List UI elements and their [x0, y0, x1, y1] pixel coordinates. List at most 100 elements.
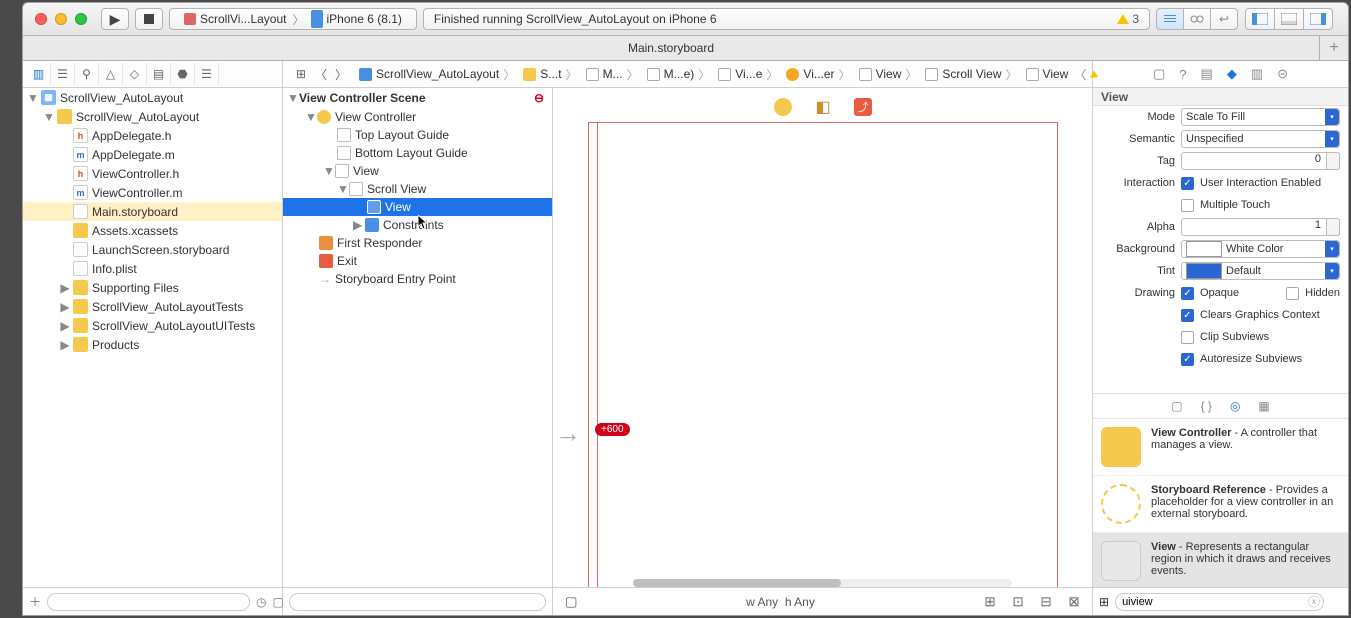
warning-indicator[interactable]: 3: [1117, 12, 1139, 26]
interface-builder-canvas[interactable]: ◧ ⤴ → +600: [553, 88, 1092, 587]
outline-scrollview[interactable]: ▼Scroll View: [283, 180, 552, 198]
tree-file[interactable]: LaunchScreen.storyboard: [23, 240, 282, 259]
disclosure-icon[interactable]: ▼: [27, 92, 39, 104]
assistant-editor-button[interactable]: [1183, 8, 1211, 30]
library-item-view-controller[interactable]: View Controller - A controller that mana…: [1093, 419, 1348, 476]
stop-button[interactable]: [135, 8, 163, 30]
toggle-debug-area-button[interactable]: [1274, 8, 1304, 30]
tree-file[interactable]: hAppDelegate.h: [23, 126, 282, 145]
pin-button[interactable]: ⊡: [1008, 592, 1028, 612]
dock-exit-button[interactable]: ⤴: [854, 98, 872, 116]
crumb-group[interactable]: S...t〉: [519, 66, 581, 83]
toggle-utilities-button[interactable]: [1303, 8, 1333, 30]
breakpoint-navigator-tab[interactable]: ⬣: [171, 63, 195, 85]
crumb-file[interactable]: M...〉: [582, 66, 643, 83]
close-window-button[interactable]: [35, 13, 47, 25]
related-items-button[interactable]: ⊞: [293, 63, 309, 85]
canvas-h-scrollbar[interactable]: [633, 579, 1012, 587]
tree-group[interactable]: ▶ScrollView_AutoLayoutTests: [23, 297, 282, 316]
disclosure-icon[interactable]: ▶: [59, 339, 71, 351]
file-template-library-tab[interactable]: ▢: [1171, 399, 1182, 413]
toggle-outline-button[interactable]: ▢: [561, 592, 581, 612]
tree-group[interactable]: ▶ScrollView_AutoLayoutUITests: [23, 316, 282, 335]
zoom-window-button[interactable]: [75, 13, 87, 25]
constraint-badge[interactable]: +600: [595, 423, 630, 436]
outline-inner-view-selected[interactable]: View: [283, 198, 552, 216]
size-class-control[interactable]: w Any h Any: [589, 595, 972, 609]
outline-view[interactable]: ▼View: [283, 162, 552, 180]
semantic-select[interactable]: Unspecified▾: [1181, 130, 1340, 148]
view-controller-frame[interactable]: [588, 122, 1058, 587]
crumb-view[interactable]: View〉: [855, 66, 922, 83]
multitouch-checkbox[interactable]: [1181, 199, 1194, 212]
crumb-base[interactable]: M...e)〉: [643, 66, 715, 83]
code-snippet-library-tab[interactable]: { }: [1201, 399, 1212, 413]
crumb-vc[interactable]: Vi...er〉: [782, 66, 854, 83]
tree-file[interactable]: mAppDelegate.m: [23, 145, 282, 164]
toggle-navigator-button[interactable]: [1245, 8, 1275, 30]
library-item-storyboard-reference[interactable]: Storyboard Reference - Provides a placeh…: [1093, 476, 1348, 533]
tree-file-selected[interactable]: Main.storyboard: [23, 202, 282, 221]
navigator-filter-input[interactable]: [47, 593, 250, 611]
scene-issue-icon[interactable]: ⊖: [534, 91, 544, 105]
tree-file[interactable]: hViewController.h: [23, 164, 282, 183]
library-item-view[interactable]: View - Represents a rectangular region i…: [1093, 533, 1348, 587]
debug-navigator-tab[interactable]: ▤: [147, 63, 171, 85]
tree-file[interactable]: mViewController.m: [23, 183, 282, 202]
clear-filter-button[interactable]: ⓧ: [1308, 593, 1320, 610]
crumb-project[interactable]: ScrollView_AutoLayout〉: [355, 66, 519, 83]
tree-group-main[interactable]: ▼ScrollView_AutoLayout: [23, 107, 282, 126]
disclosure-icon[interactable]: ▶: [59, 301, 71, 313]
scrollbar-thumb[interactable]: [633, 579, 841, 587]
disclosure-icon[interactable]: ▶: [59, 320, 71, 332]
tree-group[interactable]: ▶Supporting Files: [23, 278, 282, 297]
connections-inspector-tab[interactable]: ⊝: [1277, 66, 1288, 82]
run-button[interactable]: ▶: [101, 8, 129, 30]
tree-group[interactable]: ▶Products: [23, 335, 282, 354]
background-select[interactable]: White Color▾: [1181, 240, 1340, 258]
mode-select[interactable]: Scale To Fill▾: [1181, 108, 1340, 126]
minimize-window-button[interactable]: [55, 13, 67, 25]
disclosure-icon[interactable]: ▼: [43, 111, 55, 123]
crumb-scroll[interactable]: Scroll View〉: [921, 66, 1021, 83]
library-view-mode-button[interactable]: ⊞: [1099, 595, 1109, 609]
outline-filter-input[interactable]: [289, 593, 546, 611]
outline-constraints[interactable]: ▶Constraints: [283, 216, 552, 234]
new-tab-button[interactable]: +: [1320, 36, 1348, 60]
crumb-inner[interactable]: View: [1022, 67, 1073, 81]
standard-editor-button[interactable]: [1156, 8, 1184, 30]
issue-navigator-tab[interactable]: △: [99, 63, 123, 85]
symbol-navigator-tab[interactable]: ☰: [51, 63, 75, 85]
stepper-icon[interactable]: [1326, 152, 1340, 170]
disclosure-icon[interactable]: ▼: [287, 91, 299, 105]
add-button[interactable]: ＋: [29, 593, 41, 611]
go-forward-button[interactable]: 〉: [333, 63, 349, 85]
go-back-button[interactable]: 〈: [313, 63, 329, 85]
align-button[interactable]: ⊞: [980, 592, 1000, 612]
autoresize-checkbox[interactable]: ✓: [1181, 353, 1194, 366]
resize-behavior-button[interactable]: ⊠: [1064, 592, 1084, 612]
stepper-icon[interactable]: [1326, 218, 1340, 236]
tab-main-storyboard[interactable]: Main.storyboard: [23, 36, 1320, 60]
disclosure-icon[interactable]: ▶: [59, 282, 71, 294]
library-filter-input[interactable]: [1115, 593, 1324, 611]
dock-first-responder-button[interactable]: ◧: [814, 98, 832, 116]
tree-project-root[interactable]: ▼▦ScrollView_AutoLayout: [23, 88, 282, 107]
recent-filter-button[interactable]: ◷: [256, 593, 266, 611]
clip-checkbox[interactable]: [1181, 331, 1194, 344]
entry-point-arrow[interactable]: →: [555, 418, 581, 449]
crumb-scene[interactable]: Vi...e〉: [714, 66, 782, 83]
outline-exit[interactable]: Exit: [283, 252, 552, 270]
find-navigator-tab[interactable]: ⚲: [75, 63, 99, 85]
size-inspector-tab[interactable]: ▥: [1251, 66, 1263, 82]
hidden-checkbox[interactable]: [1286, 287, 1299, 300]
outline-first-responder[interactable]: First Responder: [283, 234, 552, 252]
file-inspector-tab[interactable]: ▢: [1153, 66, 1165, 82]
test-navigator-tab[interactable]: ◇: [123, 63, 147, 85]
clears-checkbox[interactable]: ✓: [1181, 309, 1194, 322]
tree-file[interactable]: Assets.xcassets: [23, 221, 282, 240]
quick-help-tab[interactable]: ?: [1179, 67, 1186, 82]
outline-vc[interactable]: ▼View Controller: [283, 108, 552, 126]
report-navigator-tab[interactable]: ☰: [195, 63, 219, 85]
alpha-input[interactable]: 1: [1181, 218, 1340, 236]
